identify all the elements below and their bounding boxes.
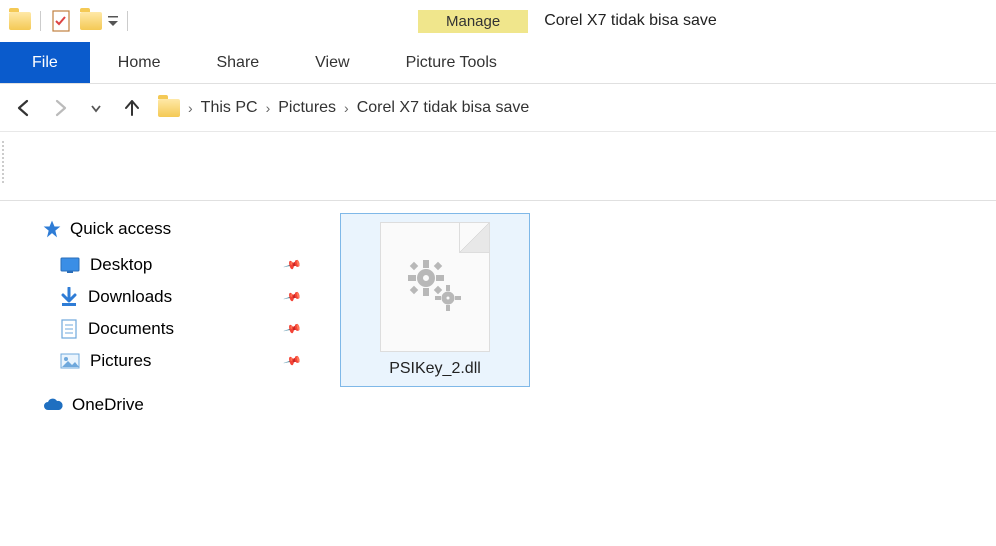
chevron-right-icon[interactable]: › (266, 100, 271, 116)
download-icon (60, 287, 78, 307)
tab-home[interactable]: Home (90, 42, 189, 83)
nav-item-pictures[interactable]: Pictures 📌 (42, 345, 310, 377)
chevron-right-icon[interactable]: › (344, 100, 349, 116)
up-button[interactable] (118, 94, 146, 122)
navigation-pane: Quick access Desktop 📌 Downloads (0, 201, 320, 435)
tab-view[interactable]: View (287, 42, 377, 83)
folder-icon (158, 99, 180, 117)
cloud-icon (42, 398, 64, 412)
nav-label: Desktop (90, 255, 152, 275)
quick-access-toolbar (0, 9, 138, 33)
tab-file[interactable]: File (0, 42, 90, 83)
ribbon-tabs: File Home Share View Picture Tools (0, 42, 996, 84)
breadcrumb-item[interactable]: Pictures (278, 99, 336, 117)
breadcrumb-item[interactable]: This PC (201, 99, 258, 117)
content-pane[interactable]: PSIKey_2.dll (320, 201, 996, 435)
nav-item-desktop[interactable]: Desktop 📌 (42, 249, 310, 281)
nav-label: OneDrive (72, 395, 144, 415)
ribbon-collapsed-strip (0, 141, 996, 201)
tab-share[interactable]: Share (188, 42, 287, 83)
grip-icon (2, 141, 6, 183)
pin-icon[interactable]: 📌 (283, 351, 303, 371)
address-bar: › This PC › Pictures › Corel X7 tidak bi… (0, 84, 996, 132)
pictures-icon (60, 353, 80, 369)
nav-label: Downloads (88, 287, 172, 307)
nav-item-downloads[interactable]: Downloads 📌 (42, 281, 310, 313)
gears-icon (400, 252, 470, 322)
recent-locations-button[interactable] (82, 94, 110, 122)
pin-icon[interactable]: 📌 (283, 287, 303, 307)
contextual-tab-header: Manage (418, 10, 528, 33)
main-area: Quick access Desktop 📌 Downloads (0, 201, 996, 435)
chevron-right-icon[interactable]: › (188, 100, 193, 116)
nav-item-documents[interactable]: Documents 📌 (42, 313, 310, 345)
nav-label: Quick access (70, 219, 171, 239)
nav-quick-access[interactable]: Quick access (42, 219, 310, 239)
properties-icon[interactable] (49, 9, 73, 33)
window-title: Corel X7 tidak bisa save (528, 12, 733, 30)
nav-label: Documents (88, 319, 174, 339)
folder-icon[interactable] (8, 9, 32, 33)
title-bar: Manage Corel X7 tidak bisa save (0, 0, 996, 42)
file-item[interactable]: PSIKey_2.dll (340, 213, 530, 387)
dll-file-icon (380, 222, 490, 352)
breadcrumb[interactable]: › This PC › Pictures › Corel X7 tidak bi… (154, 99, 986, 117)
back-button[interactable] (10, 94, 38, 122)
tab-picture-tools[interactable]: Picture Tools (378, 42, 525, 83)
nav-onedrive[interactable]: OneDrive (42, 395, 310, 415)
star-icon (42, 219, 62, 239)
divider (127, 11, 128, 31)
desktop-icon (60, 257, 80, 273)
pin-icon[interactable]: 📌 (283, 319, 303, 339)
pin-icon[interactable]: 📌 (283, 255, 303, 275)
file-name: PSIKey_2.dll (389, 360, 481, 378)
new-folder-icon[interactable] (79, 9, 103, 33)
breadcrumb-item[interactable]: Corel X7 tidak bisa save (357, 99, 530, 117)
forward-button[interactable] (46, 94, 74, 122)
qat-customize-icon[interactable] (107, 9, 119, 33)
documents-icon (60, 319, 78, 339)
nav-label: Pictures (90, 351, 151, 371)
divider (40, 11, 41, 31)
